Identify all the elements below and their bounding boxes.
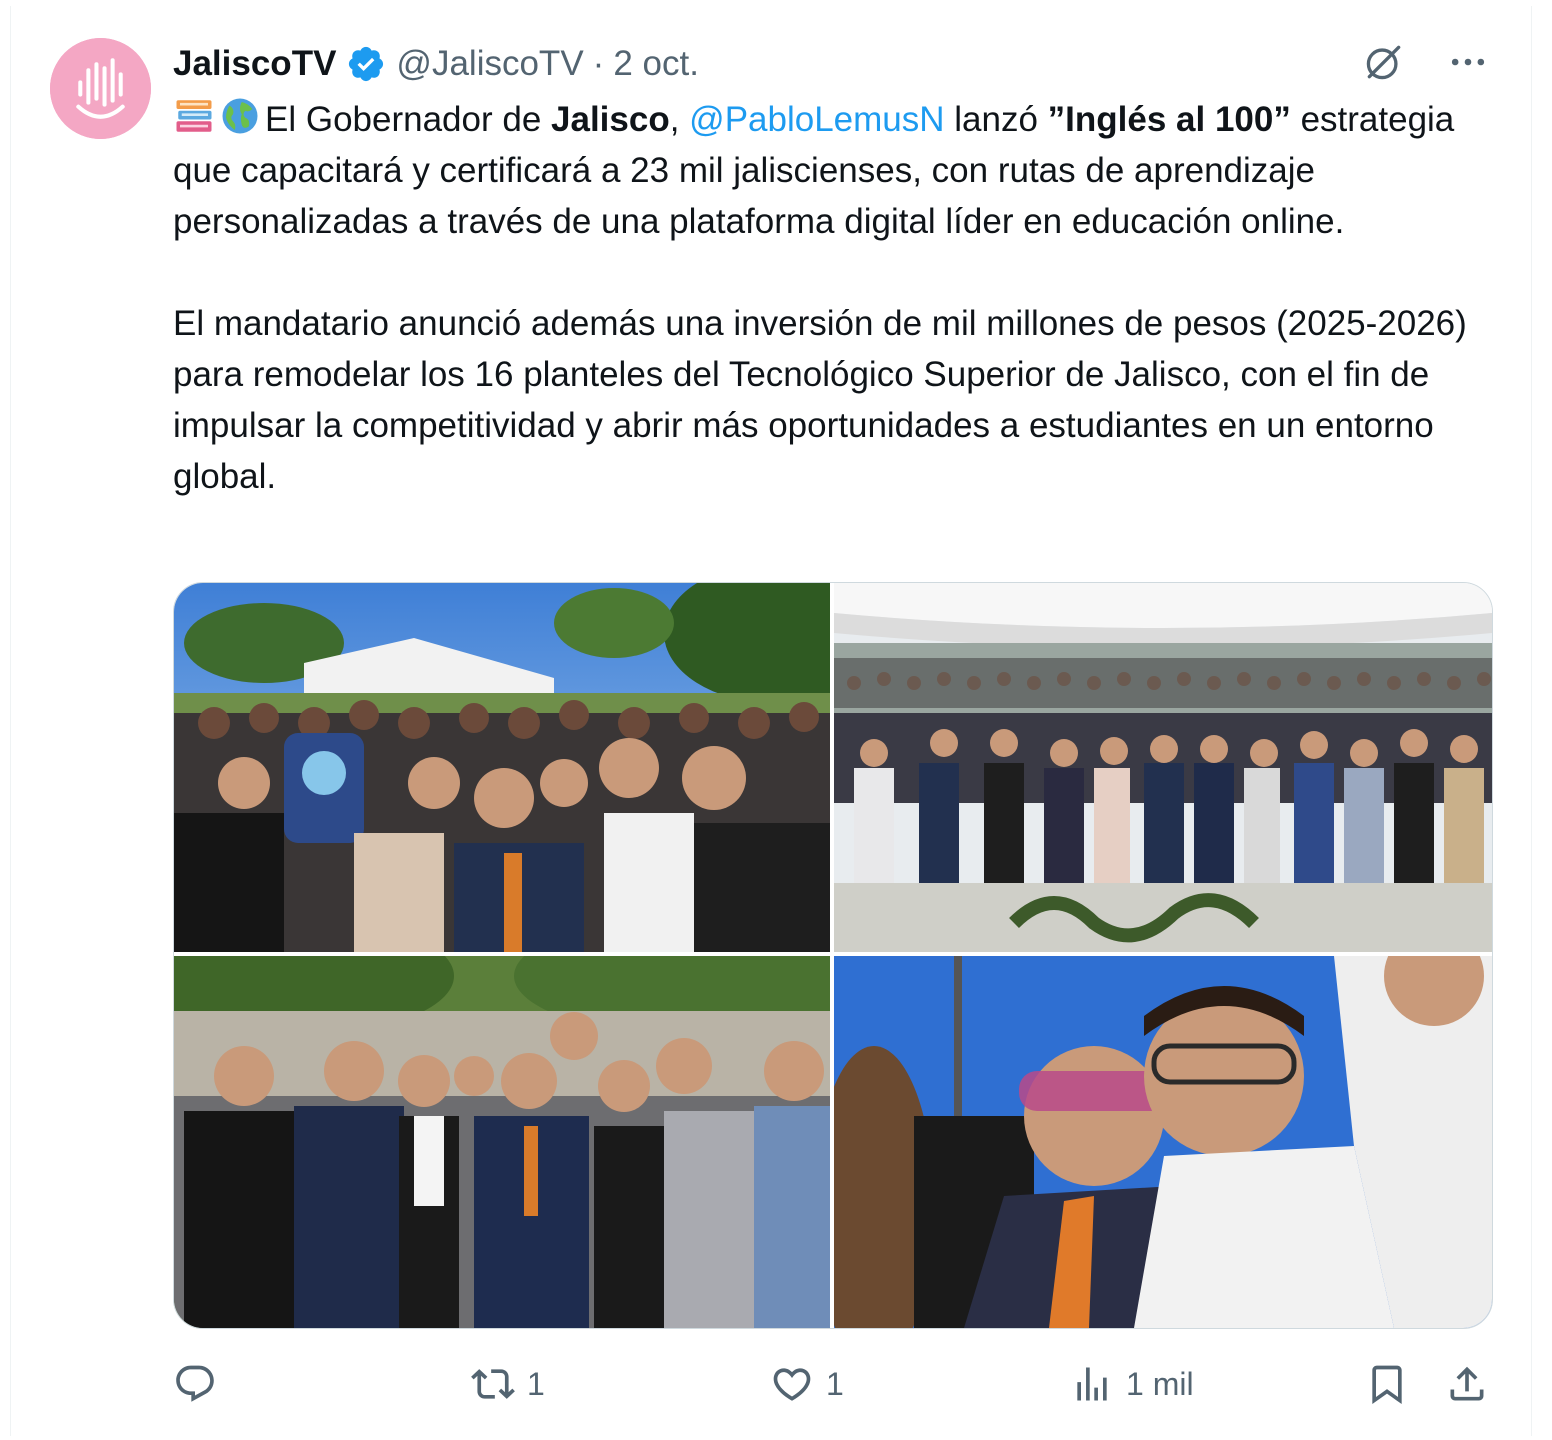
photo-4[interactable] (834, 956, 1492, 1328)
tweet-text-segment: , (669, 100, 690, 139)
tweet-top-actions (1362, 40, 1490, 84)
tweet-bold-jalisco: Jalisco (551, 100, 670, 139)
views-icon (1077, 1367, 1107, 1401)
like-button[interactable]: 1 (770, 1352, 844, 1416)
reply-icon (176, 1365, 214, 1402)
bookmark-button[interactable] (1365, 1352, 1409, 1416)
author-handle[interactable]: @JaliscoTV (396, 44, 583, 84)
avatar[interactable] (50, 38, 151, 139)
tweet-action-bar: 1 1 1 mil (173, 1352, 1491, 1416)
tweet-text-segment: lanzó (944, 100, 1048, 139)
tweet-paragraph-1: El Gobernador de Jalisco, @PabloLemusN l… (173, 94, 1483, 247)
retweet-button[interactable]: 1 (471, 1352, 545, 1416)
reply-button[interactable] (173, 1352, 229, 1416)
tweet-paragraph-2: El mandatario anunció además una inversi… (173, 304, 1467, 496)
media-grid (173, 582, 1493, 1329)
books-emoji-icon (176, 100, 212, 132)
like-count: 1 (826, 1365, 844, 1402)
retweet-count: 1 (527, 1365, 545, 1402)
author-name[interactable]: JaliscoTV (173, 44, 336, 84)
verified-badge-icon (349, 46, 384, 82)
tweet-bold-program: ”Inglés al 100” (1047, 100, 1291, 139)
views-button[interactable]: 1 mil (1070, 1352, 1194, 1416)
mention-link[interactable]: @PabloLemusN (689, 100, 944, 139)
photo-selfie-closeup (834, 956, 1492, 1328)
photo-3[interactable] (174, 956, 830, 1328)
photo-2[interactable] (834, 583, 1492, 952)
tweet-text: El Gobernador de Jalisco, @PabloLemusN l… (173, 94, 1483, 502)
jaliscotv-logo (50, 38, 151, 139)
share-icon (1450, 1366, 1484, 1401)
grok-icon[interactable] (1362, 40, 1406, 84)
separator-dot: · (592, 44, 605, 83)
photo-group-wall (174, 956, 830, 1328)
tweet-header: JaliscoTV @JaliscoTV · 2 oct. (173, 40, 699, 88)
retweet-icon (471, 1369, 515, 1399)
photo-selfie-crowd (174, 583, 830, 952)
share-button[interactable] (1445, 1352, 1489, 1416)
globe-emoji-icon (222, 98, 258, 134)
more-icon[interactable] (1446, 40, 1490, 84)
photo-group-tent (834, 583, 1492, 952)
bookmark-icon (1372, 1365, 1402, 1405)
photo-1[interactable] (174, 583, 830, 952)
views-count: 1 mil (1126, 1365, 1194, 1402)
like-icon (773, 1368, 811, 1401)
tweet-date[interactable]: 2 oct. (613, 44, 699, 84)
tweet-text-segment: El Gobernador de (265, 100, 552, 139)
